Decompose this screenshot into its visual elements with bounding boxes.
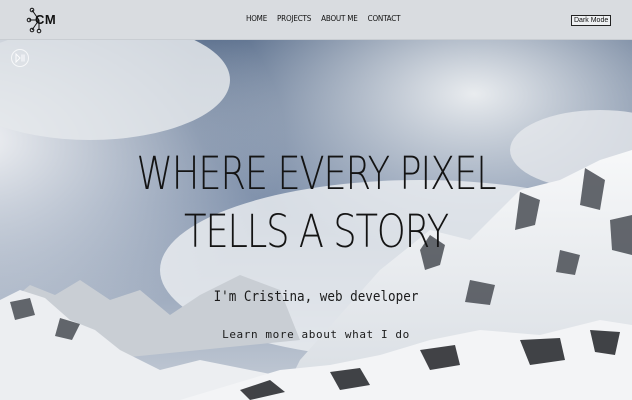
play-pause-icon bbox=[15, 53, 25, 63]
nav-about-me[interactable]: ABOUT ME bbox=[321, 14, 358, 23]
nav-contact[interactable]: CONTACT bbox=[368, 14, 401, 23]
nav-home[interactable]: HOME bbox=[246, 14, 267, 23]
learn-more-link[interactable]: Learn more about what I do bbox=[222, 328, 410, 341]
nav-projects[interactable]: PROJECTS bbox=[277, 14, 311, 23]
dark-mode-button[interactable]: Dark Mode bbox=[571, 15, 612, 26]
logo-text: CM bbox=[35, 12, 57, 27]
learn-more-link-wrap: Learn more about what I do bbox=[0, 328, 632, 341]
site-header: CM HOME PROJECTS ABOUT ME CONTACT Dark M… bbox=[0, 0, 632, 40]
main-nav: HOME PROJECTS ABOUT ME CONTACT bbox=[246, 14, 400, 23]
hero-section: WHERE EVERY PIXEL TELLS A STORY I'm Cris… bbox=[0, 40, 632, 400]
site-logo[interactable]: CM bbox=[26, 6, 60, 34]
play-pause-toggle[interactable] bbox=[11, 49, 29, 67]
hero-headline: WHERE EVERY PIXEL TELLS A STORY bbox=[136, 147, 496, 258]
hero-subheadline: I'm Cristina, web developer bbox=[213, 289, 419, 305]
